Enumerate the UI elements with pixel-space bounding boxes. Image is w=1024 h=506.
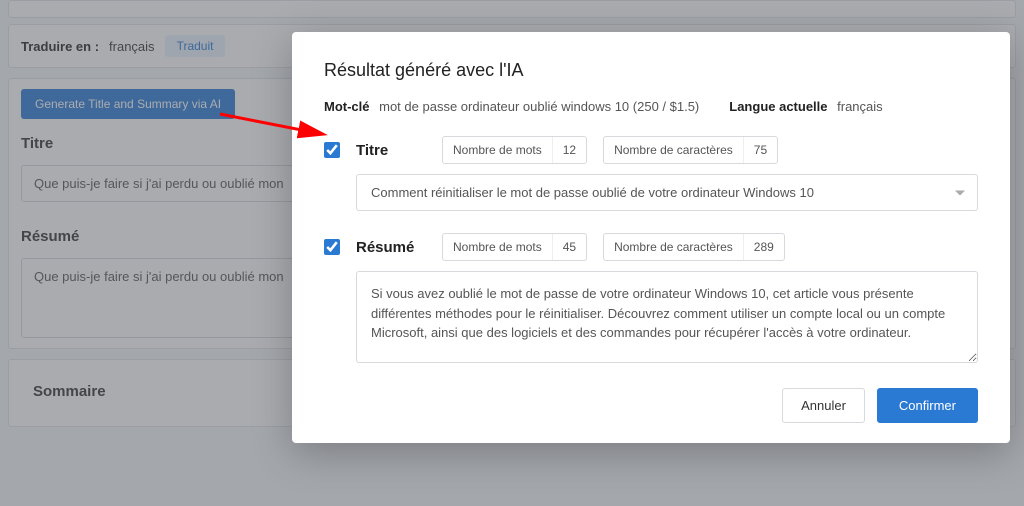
modal-footer: Annuler Confirmer [324, 388, 978, 423]
keyword-label: Mot-clé [324, 99, 370, 114]
ai-result-modal: Résultat généré avec l'IA Mot-clé mot de… [292, 32, 1010, 443]
resume-section-label: Résumé [356, 239, 426, 256]
resume-checkbox[interactable] [324, 239, 340, 255]
cancel-button[interactable]: Annuler [782, 388, 865, 423]
title-section-label: Titre [356, 142, 426, 159]
title-checkbox[interactable] [324, 142, 340, 158]
keyword-value: mot de passe ordinateur oublié windows 1… [379, 99, 699, 114]
title-word-count: Nombre de mots 12 [442, 136, 587, 164]
resume-textarea[interactable] [356, 271, 978, 363]
resume-word-count: Nombre de mots 45 [442, 233, 587, 261]
modal-title: Résultat généré avec l'IA [324, 60, 978, 81]
current-lang-label: Langue actuelle [729, 99, 827, 114]
modal-resume-section: Résumé Nombre de mots 45 Nombre de carac… [324, 233, 978, 366]
confirm-button[interactable]: Confirmer [877, 388, 978, 423]
modal-title-section: Titre Nombre de mots 12 Nombre de caract… [324, 136, 978, 211]
title-select[interactable]: Comment réinitialiser le mot de passe ou… [356, 174, 978, 211]
resume-char-count: Nombre de caractères 289 [603, 233, 785, 261]
current-lang-value: français [837, 99, 883, 114]
title-char-count: Nombre de caractères 75 [603, 136, 778, 164]
modal-meta-row: Mot-clé mot de passe ordinateur oublié w… [324, 99, 978, 114]
